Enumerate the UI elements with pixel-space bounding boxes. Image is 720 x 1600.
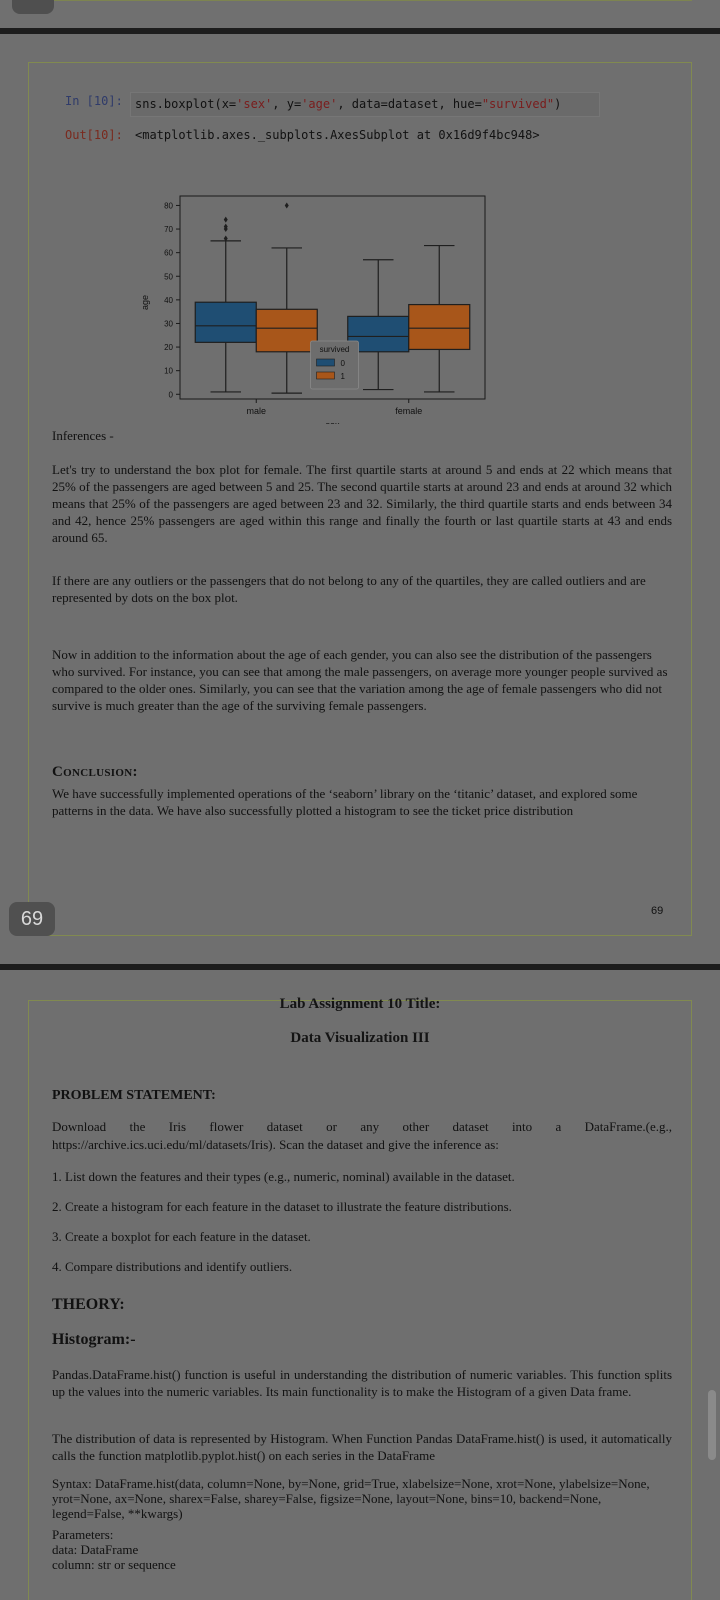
box [255, 308, 318, 353]
problem-statement-line-1: Download the Iris flower dataset or any … [52, 1119, 672, 1134]
inference-paragraph-3: Now in addition to the information about… [52, 647, 668, 713]
code-token: , data=dataset, hue= [337, 97, 482, 111]
inferences-heading: Inferences - [52, 428, 114, 443]
conclusion-heading: Conclusion: [52, 764, 138, 780]
boxplot-chart: 01020304050607080agemalefemalesexsurvive… [140, 195, 486, 424]
x-tick-label: male [246, 406, 266, 416]
outlier-point [284, 202, 289, 209]
code-string: 'sex' [236, 97, 273, 111]
scrollbar-thumb[interactable] [708, 1390, 716, 1460]
page-70: Lab Assignment 10 Title: Data Visualizat… [0, 970, 720, 1600]
histogram-paragraph-2: The distribution of data is represented … [52, 1431, 672, 1463]
code-input-text: sns.boxplot(x='sex', y='age', data=datas… [135, 97, 561, 111]
task-item: 1. List down the features and their type… [52, 1169, 515, 1184]
previous-page-number-badge: 68 [12, 0, 54, 14]
page-number-badge: 69 [9, 902, 55, 936]
assignment-subtitle: Data Visualization III [290, 1030, 430, 1046]
x-axis-label: sex [325, 420, 340, 424]
legend-swatch [316, 371, 335, 380]
conclusion-text: We have successfully implemented operati… [52, 786, 638, 818]
legend-label: 1 [341, 372, 346, 381]
inference-paragraph-1: Let's try to understand the box plot for… [52, 462, 672, 545]
problem-statement-line-2: https://archive.ics.uci.edu/ml/datasets/… [52, 1137, 499, 1152]
assignment-title: Lab Assignment 10 Title: [279, 996, 441, 1012]
previous-page-area: 68 [0, 0, 720, 28]
task-item: 2. Create a histogram for each feature i… [52, 1199, 512, 1214]
box [194, 301, 257, 343]
legend-label: 0 [341, 359, 346, 368]
problem-statement-heading: PROBLEM STATEMENT: [52, 1088, 216, 1103]
y-tick-label: 20 [164, 343, 173, 352]
y-tick-label: 0 [169, 390, 174, 399]
page-69: In [10]: sns.boxplot(x='sex', y='age', d… [0, 34, 720, 964]
y-tick-label: 70 [164, 225, 173, 234]
y-tick-label: 40 [164, 296, 173, 305]
histogram-paragraph-1: Pandas.DataFrame.hist() function is usef… [52, 1367, 672, 1399]
code-string: 'age' [301, 97, 338, 111]
code-token: sns.boxplot(x= [135, 97, 237, 111]
code-token: ) [554, 97, 562, 111]
x-tick-label: female [395, 406, 422, 416]
legend-title: survived [320, 345, 350, 354]
task-item: 4. Compare distributions and identify ou… [52, 1259, 293, 1274]
box [408, 303, 471, 351]
outlier-point [223, 216, 228, 223]
histogram-heading: Histogram:- [52, 1331, 136, 1348]
y-tick-label: 50 [164, 272, 173, 281]
y-tick-label: 30 [164, 319, 173, 328]
y-tick-label: 60 [164, 249, 173, 258]
y-tick-label: 80 [164, 201, 173, 210]
code-input-prompt: In [10]: [65, 94, 123, 108]
y-axis-label: age [140, 295, 150, 310]
y-tick-label: 10 [164, 367, 173, 376]
column-parameter: column: str or sequence [52, 1557, 176, 1572]
code-output-prompt: Out[10]: [65, 128, 123, 142]
code-output-text: <matplotlib.axes._subplots.AxesSubplot a… [135, 128, 540, 142]
page-number: 69 [651, 905, 664, 917]
theory-heading: THEORY: [52, 1296, 125, 1313]
code-token: , y= [272, 97, 302, 111]
inference-paragraph-2: If there are any outliers or the passeng… [52, 573, 646, 605]
task-item: 3. Create a boxplot for each feature in … [52, 1229, 311, 1244]
code-string: "survived" [481, 97, 555, 111]
syntax-text: Syntax: DataFrame.hist(data, column=None… [52, 1476, 650, 1521]
legend-swatch [316, 358, 335, 367]
page-border-line [20, 0, 692, 1]
